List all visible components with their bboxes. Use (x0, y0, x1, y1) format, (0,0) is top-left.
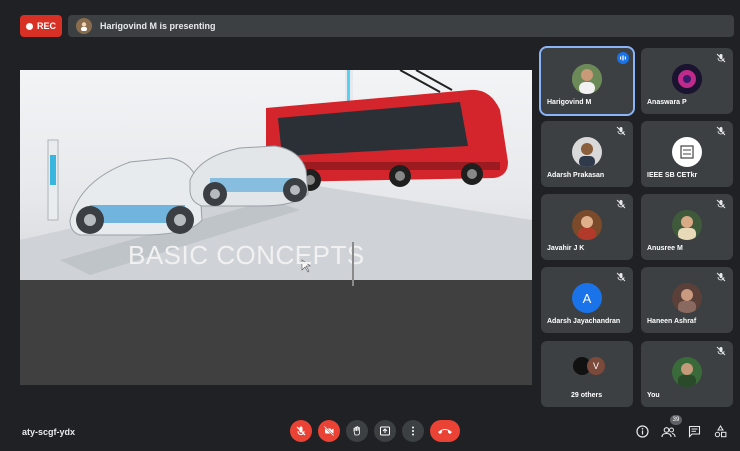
participant-tile-anusree[interactable]: Anusree M (641, 194, 733, 260)
mic-off-icon (616, 199, 626, 209)
bottom-bar: aty-scgf-ydx 39 (0, 412, 740, 451)
avatar (672, 210, 702, 240)
mic-off-icon (716, 53, 726, 63)
participants-button[interactable] (660, 423, 676, 439)
participant-tile-haneen[interactable]: Haneen Ashraf (641, 267, 733, 333)
avatar (672, 283, 702, 313)
recording-label: REC (36, 21, 56, 31)
avatar (672, 137, 702, 167)
participant-name: Anusree M (647, 245, 683, 252)
meeting-code: aty-scgf-ydx (22, 427, 76, 437)
participant-name: Javahir J K (547, 245, 585, 252)
activities-icon (714, 424, 726, 437)
more-vert-icon (412, 426, 414, 436)
avatar (672, 64, 702, 94)
participant-tile-others[interactable]: V 29 others (541, 341, 633, 407)
presenter-avatar (76, 18, 92, 34)
activities-button[interactable] (712, 423, 728, 439)
present-screen-button[interactable] (374, 420, 396, 442)
participant-name: Haneen Ashraf (647, 318, 697, 325)
info-icon (635, 424, 649, 438)
participant-name: 29 others (571, 392, 603, 399)
presenting-banner[interactable]: Harigovind M is presenting (68, 15, 734, 37)
mic-off-icon (616, 126, 626, 136)
more-options-button[interactable] (402, 420, 424, 442)
avatar: A (572, 283, 602, 313)
leave-call-button[interactable] (430, 420, 460, 442)
mic-off-icon (716, 126, 726, 136)
participant-tile-harigovind[interactable]: Harigovind M (539, 46, 635, 116)
others-avatar-letter: V (587, 357, 605, 375)
record-dot-icon (25, 22, 33, 30)
avatar (572, 210, 602, 240)
participant-name: Anaswara P (647, 99, 687, 106)
hand-icon (353, 426, 360, 436)
participant-tile-you[interactable]: You (641, 341, 733, 407)
participant-tile-adarsh-jayachandran[interactable]: A Adarsh Jayachandran (541, 267, 633, 333)
avatar (572, 137, 602, 167)
chat-icon (688, 425, 700, 438)
hang-up-icon (438, 429, 452, 434)
text-cursor (352, 242, 354, 286)
mic-off-icon (716, 346, 726, 356)
camera-toggle-button[interactable] (318, 420, 340, 442)
slide-title-area (20, 280, 532, 385)
participant-tile-ieee-sb[interactable]: IEEE SB CETkr (641, 121, 733, 187)
chat-button[interactable] (686, 423, 702, 439)
participant-tile-javahir[interactable]: Javahir J K (541, 194, 633, 260)
participant-name: You (647, 392, 660, 399)
top-bar: REC Harigovind M is presenting (14, 12, 734, 40)
mic-off-icon (716, 272, 726, 282)
slide-title: BASIC CONCEPTS (128, 240, 365, 270)
mic-off-icon (296, 426, 306, 436)
participant-name: IEEE SB CETkr (647, 172, 698, 179)
people-icon (660, 426, 675, 437)
shared-screen (20, 70, 532, 385)
participant-name: Adarsh Prakasan (547, 172, 605, 179)
raise-hand-button[interactable] (346, 420, 368, 442)
microphone-toggle-button[interactable] (290, 420, 312, 442)
avatar (572, 64, 602, 94)
participant-name: Adarsh Jayachandran (547, 318, 621, 325)
participant-tile-adarsh-prakasan[interactable]: Adarsh Prakasan (541, 121, 633, 187)
camera-off-icon (323, 425, 335, 437)
meeting-details-button[interactable] (634, 423, 650, 439)
person-icon (81, 22, 87, 31)
mic-off-icon (616, 272, 626, 282)
participant-tile-anaswara[interactable]: Anaswara P (641, 48, 733, 114)
present-icon (380, 426, 390, 436)
participant-name: Harigovind M (547, 99, 592, 106)
avatar (672, 357, 702, 387)
speaking-icon (617, 52, 629, 64)
mic-off-icon (716, 199, 726, 209)
presenting-text: Harigovind M is presenting (100, 21, 216, 31)
participant-count-badge: 39 (670, 415, 682, 425)
recording-badge[interactable]: REC (20, 15, 62, 37)
